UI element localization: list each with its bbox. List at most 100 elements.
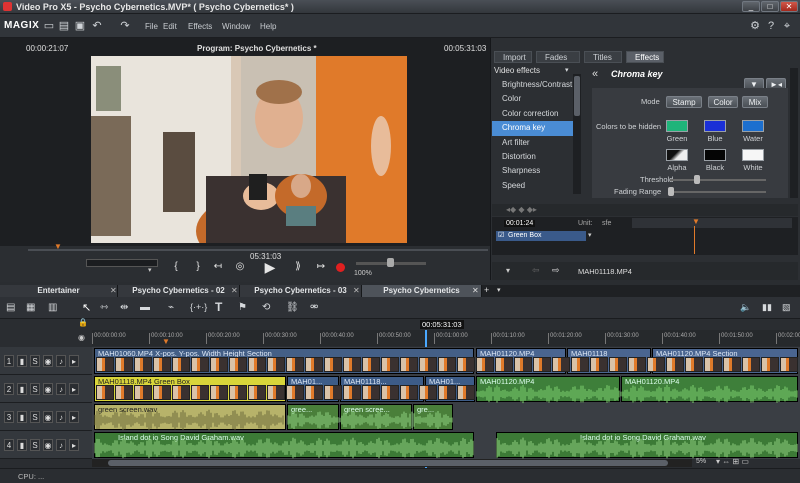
split-tool-icon[interactable]: ⇿ — [100, 302, 108, 313]
tab-effects[interactable]: Effects — [626, 51, 664, 63]
swatch-water[interactable] — [742, 120, 764, 132]
unlink-icon[interactable]: ⚮ — [310, 302, 318, 313]
menu-effects[interactable]: Effects — [188, 22, 212, 31]
track-mute-icon[interactable]: ▮ — [17, 411, 27, 423]
track-mute-icon[interactable]: ▮ — [17, 355, 27, 367]
track-audio-icon[interactable]: ♪ — [56, 383, 66, 395]
mixer-icon[interactable]: ▮▮ — [762, 302, 772, 313]
close-tab-pc03-icon[interactable]: ✕ — [353, 286, 360, 295]
threshold-slider[interactable] — [670, 179, 766, 181]
close-tab-pc02-icon[interactable]: ✕ — [231, 286, 238, 295]
swatch-alpha[interactable] — [666, 149, 688, 161]
effect-item-chroma-key[interactable]: Chroma key — [492, 121, 580, 136]
help-icon[interactable]: ? — [764, 19, 778, 33]
redo-icon[interactable]: ↷ — [118, 19, 132, 33]
fading-range-slider[interactable] — [670, 191, 766, 193]
trim-tool-icon[interactable]: ⇹ — [120, 302, 128, 313]
storyboard-view-icon[interactable]: ▦ — [26, 302, 35, 313]
monitor-menu-icon[interactable]: ▾ — [148, 266, 152, 274]
threshold-slider-handle[interactable] — [694, 175, 700, 184]
project-tab-pc-03[interactable]: Psycho Cybernetics - 03 — [240, 285, 362, 297]
link-tool-icon[interactable]: ⌁ — [168, 302, 174, 313]
project-tab-pc-02[interactable]: Psycho Cybernetics - 02 — [118, 285, 240, 297]
nav-back-icon[interactable]: ⇦ — [532, 265, 540, 276]
track-visibility-icon[interactable]: ◉ — [43, 411, 53, 423]
back-icon[interactable]: « — [592, 68, 598, 80]
mark-out-button[interactable]: } — [190, 260, 206, 274]
keyframe-nav-icons[interactable]: ◂◆ ◆ ◆▸ — [506, 205, 537, 214]
cursor-icon[interactable]: ⌖ — [780, 19, 794, 33]
title-tool-icon[interactable]: T — [215, 300, 222, 314]
step-forward-button[interactable]: ⟫ — [290, 260, 306, 274]
range-tool-icon[interactable]: ▬ — [140, 302, 150, 313]
timeline-zoom[interactable]: 5% — [696, 458, 706, 465]
tab-titles[interactable]: Titles — [584, 51, 622, 63]
menu-edit[interactable]: Edit — [163, 22, 177, 31]
project-tab-entertainer[interactable]: Entertainer — [0, 285, 118, 297]
effect-category[interactable]: Video effects — [494, 66, 540, 75]
effect-item-speed[interactable]: Speed — [492, 179, 580, 193]
visibility-icon[interactable]: ◉ — [78, 333, 85, 342]
volume-slider-handle[interactable] — [387, 258, 394, 267]
open-folder-icon[interactable]: ▤ — [57, 19, 71, 33]
mode-stamp-button[interactable]: Stamp — [666, 96, 702, 108]
track-expand-icon[interactable]: ▸ — [69, 383, 79, 395]
track-solo-button[interactable]: S — [30, 383, 40, 395]
effect-item-distortion[interactable]: Distortion — [492, 150, 580, 164]
scene-view-icon[interactable]: ▥ — [48, 302, 57, 313]
settings-gear-icon[interactable]: ⚙ — [748, 19, 762, 33]
lock-icon[interactable]: 🔒 — [78, 318, 88, 327]
tab-fades[interactable]: Fades — [536, 51, 580, 63]
menu-help[interactable]: Help — [260, 22, 276, 31]
swatch-white[interactable] — [742, 149, 764, 161]
marker-range-icon[interactable]: {·+·} — [190, 302, 207, 312]
multitrack-view-icon[interactable]: ▤ — [6, 302, 15, 313]
monitor-scrub-track[interactable] — [28, 249, 488, 251]
maximize-button[interactable]: □ — [761, 1, 779, 12]
monitor-zoom[interactable]: 100% — [354, 270, 372, 277]
zoom-controls-icon[interactable]: ▾ ⇔ ⊞ ▭ — [716, 457, 749, 466]
minimize-button[interactable]: _ — [742, 1, 760, 12]
swatch-blue[interactable] — [704, 120, 726, 132]
project-tab-pc-active[interactable]: Psycho Cybernetics — [362, 285, 482, 297]
in-point-marker-icon[interactable]: ▼ — [162, 337, 170, 346]
keyframe-track-row[interactable]: ☑ Green Box — [496, 231, 586, 241]
collapse-icon[interactable]: ▾ — [506, 266, 510, 275]
track-visibility-icon[interactable]: ◉ — [43, 383, 53, 395]
mark-in-button[interactable]: { — [168, 260, 184, 274]
mode-mix-button[interactable]: Mix — [742, 96, 768, 108]
track-expand-icon[interactable]: ▸ — [69, 355, 79, 367]
tabs-dropdown-icon[interactable]: ▾ — [497, 286, 501, 294]
track-mute-icon[interactable]: ▮ — [17, 439, 27, 451]
prev-marker-button[interactable]: ↤ — [210, 260, 226, 274]
effect-list-scroll-thumb[interactable] — [574, 76, 580, 116]
group-link-icon[interactable]: ⛓ — [286, 302, 299, 313]
track-mute-icon[interactable]: ▮ — [17, 383, 27, 395]
close-tab-entertainer-icon[interactable]: ✕ — [110, 286, 117, 295]
keyframe-cursor-icon[interactable]: ▼ — [692, 217, 700, 226]
flag-marker-icon[interactable]: ⚑ — [238, 302, 247, 313]
category-dropdown-icon[interactable]: ▾ — [565, 66, 569, 74]
next-marker-button[interactable]: ↦ — [313, 260, 329, 274]
effect-item-color-correction[interactable]: Color correction — [492, 107, 580, 121]
track-visibility-icon[interactable]: ◉ — [43, 439, 53, 451]
keyframe-ruler[interactable] — [632, 218, 792, 228]
track-audio-icon[interactable]: ♪ — [56, 355, 66, 367]
track-solo-button[interactable]: S — [30, 355, 40, 367]
effect-item-brightness[interactable]: Brightness/Contrast — [492, 78, 580, 92]
in-marker-icon[interactable]: ▼ — [54, 242, 62, 251]
mode-color-button[interactable]: Color — [708, 96, 738, 108]
track-solo-button[interactable]: S — [30, 411, 40, 423]
effect-item-color[interactable]: Color — [492, 92, 580, 106]
timeline-settings-icon[interactable]: ▧ — [782, 302, 791, 313]
keyframe-time[interactable]: 00:01:24 — [504, 220, 536, 227]
keyframe-unit-value[interactable]: sfe — [602, 220, 611, 227]
new-file-icon[interactable]: ▭ — [42, 19, 56, 33]
video-preview[interactable] — [91, 56, 407, 243]
timeline-hscroll-thumb[interactable] — [108, 460, 668, 466]
effect-item-art-filter[interactable]: Art filter — [492, 136, 580, 150]
tab-import[interactable]: Import — [494, 51, 532, 63]
effect-panel-scrollbar[interactable] — [790, 68, 798, 198]
track-solo-button[interactable]: S — [30, 439, 40, 451]
fading-range-slider-handle[interactable] — [668, 187, 674, 196]
